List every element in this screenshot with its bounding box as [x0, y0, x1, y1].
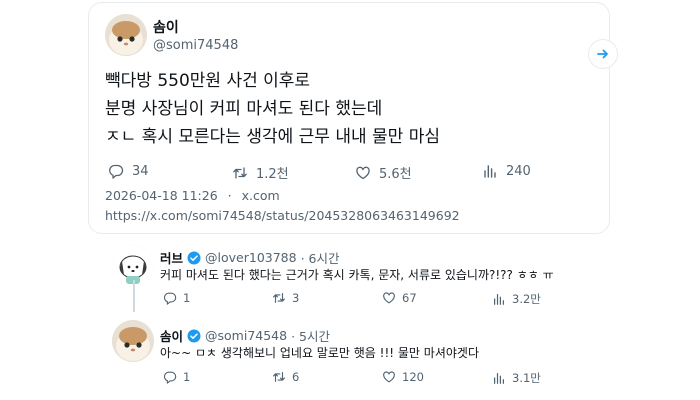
- reply-stat[interactable]: 1: [163, 291, 190, 305]
- avatar[interactable]: [105, 14, 147, 56]
- views-count: 240: [506, 163, 531, 179]
- retweet-count: 3: [292, 291, 300, 305]
- reply-header: 솜이 @somi74548 · 5시간: [160, 326, 330, 345]
- reply-stat[interactable]: 1: [163, 370, 190, 384]
- like-count: 5.6천: [379, 167, 412, 182]
- reply-icon: [163, 292, 177, 305]
- tweet-text-line: 분명 사장님이 커피 마셔도 된다 했는데: [105, 99, 383, 119]
- reply-handle[interactable]: @somi74548: [205, 328, 287, 343]
- reply-header: 러브 @lover103788 · 6시간: [160, 248, 340, 267]
- arrow-right-icon: [597, 49, 608, 59]
- like-stat[interactable]: 67: [382, 291, 417, 305]
- reply-display-name[interactable]: 러브: [160, 248, 183, 267]
- avatar-hamster-icon: [105, 14, 147, 56]
- like-icon: [383, 292, 395, 304]
- retweet-count: 6: [292, 370, 300, 384]
- retweet-icon: [273, 372, 285, 382]
- views-icon: [484, 165, 496, 178]
- retweet-icon: [233, 166, 247, 179]
- reply-text: 아~~ ㅁㅊ 생각해보니 업네요 말로만 햇음 !!! 물만 마셔야겟다: [160, 346, 479, 360]
- open-tweet-button[interactable]: [588, 39, 618, 69]
- avatar-hamster-icon: [112, 320, 154, 362]
- thread-connector: [133, 280, 135, 312]
- views-count: 3.2만: [512, 292, 541, 306]
- views-count: 3.1만: [512, 371, 541, 385]
- views-icon: [494, 373, 504, 384]
- verified-icon: [187, 251, 201, 264]
- tweet-text-line: 빽다방 550만원 사건 이후로: [105, 71, 311, 91]
- reply-icon: [109, 164, 124, 179]
- like-stat[interactable]: 120: [382, 370, 424, 384]
- tweet-text-line: ㅈㄴ 혹시 모른다는 생각에 근무 내내 물만 마심: [105, 127, 440, 147]
- reply-text: 커피 마셔도 된다 했다는 근거가 혹시 카톡, 문자, 서류로 있습니까?!?…: [160, 268, 554, 282]
- retweet-stat[interactable]: 6: [272, 370, 299, 384]
- tweet-meta: 2026-04-18 11:26 · x.com: [105, 188, 280, 203]
- verified-icon: [187, 329, 201, 342]
- reply-time[interactable]: · 5시간: [291, 326, 330, 345]
- views-stat[interactable]: 3.2만: [492, 291, 541, 307]
- right-margin: [648, 0, 700, 400]
- views-icon: [494, 294, 504, 305]
- retweet-icon: [273, 293, 285, 303]
- handle[interactable]: @somi74548: [153, 38, 238, 53]
- reply-count: 1: [183, 291, 191, 305]
- meta-separator: ·: [227, 188, 232, 203]
- tweet-url[interactable]: https://x.com/somi74548/status/204532806…: [105, 208, 460, 223]
- reply-icon: [163, 371, 177, 384]
- reply-count: 1: [183, 370, 191, 384]
- reply-time[interactable]: · 6시간: [301, 248, 340, 267]
- retweet-stat[interactable]: 1.2천: [232, 163, 289, 182]
- retweet-stat[interactable]: 3: [272, 291, 299, 305]
- source-link[interactable]: x.com: [242, 188, 280, 203]
- views-stat[interactable]: 3.1만: [492, 370, 541, 386]
- like-icon: [383, 371, 395, 383]
- timestamp: 2026-04-18 11:26: [105, 188, 218, 203]
- like-count: 120: [402, 370, 424, 384]
- like-count: 67: [402, 291, 417, 305]
- reply-handle[interactable]: @lover103788: [205, 250, 297, 265]
- reply-stat[interactable]: 34: [108, 163, 149, 179]
- reply-count: 34: [132, 163, 149, 179]
- avatar[interactable]: [112, 320, 154, 362]
- display-name[interactable]: 솜이: [153, 17, 179, 37]
- like-icon: [356, 166, 370, 179]
- views-stat[interactable]: 240: [482, 163, 531, 179]
- retweet-count: 1.2천: [256, 167, 289, 182]
- like-stat[interactable]: 5.6천: [355, 163, 412, 182]
- reply-display-name[interactable]: 솜이: [160, 326, 183, 345]
